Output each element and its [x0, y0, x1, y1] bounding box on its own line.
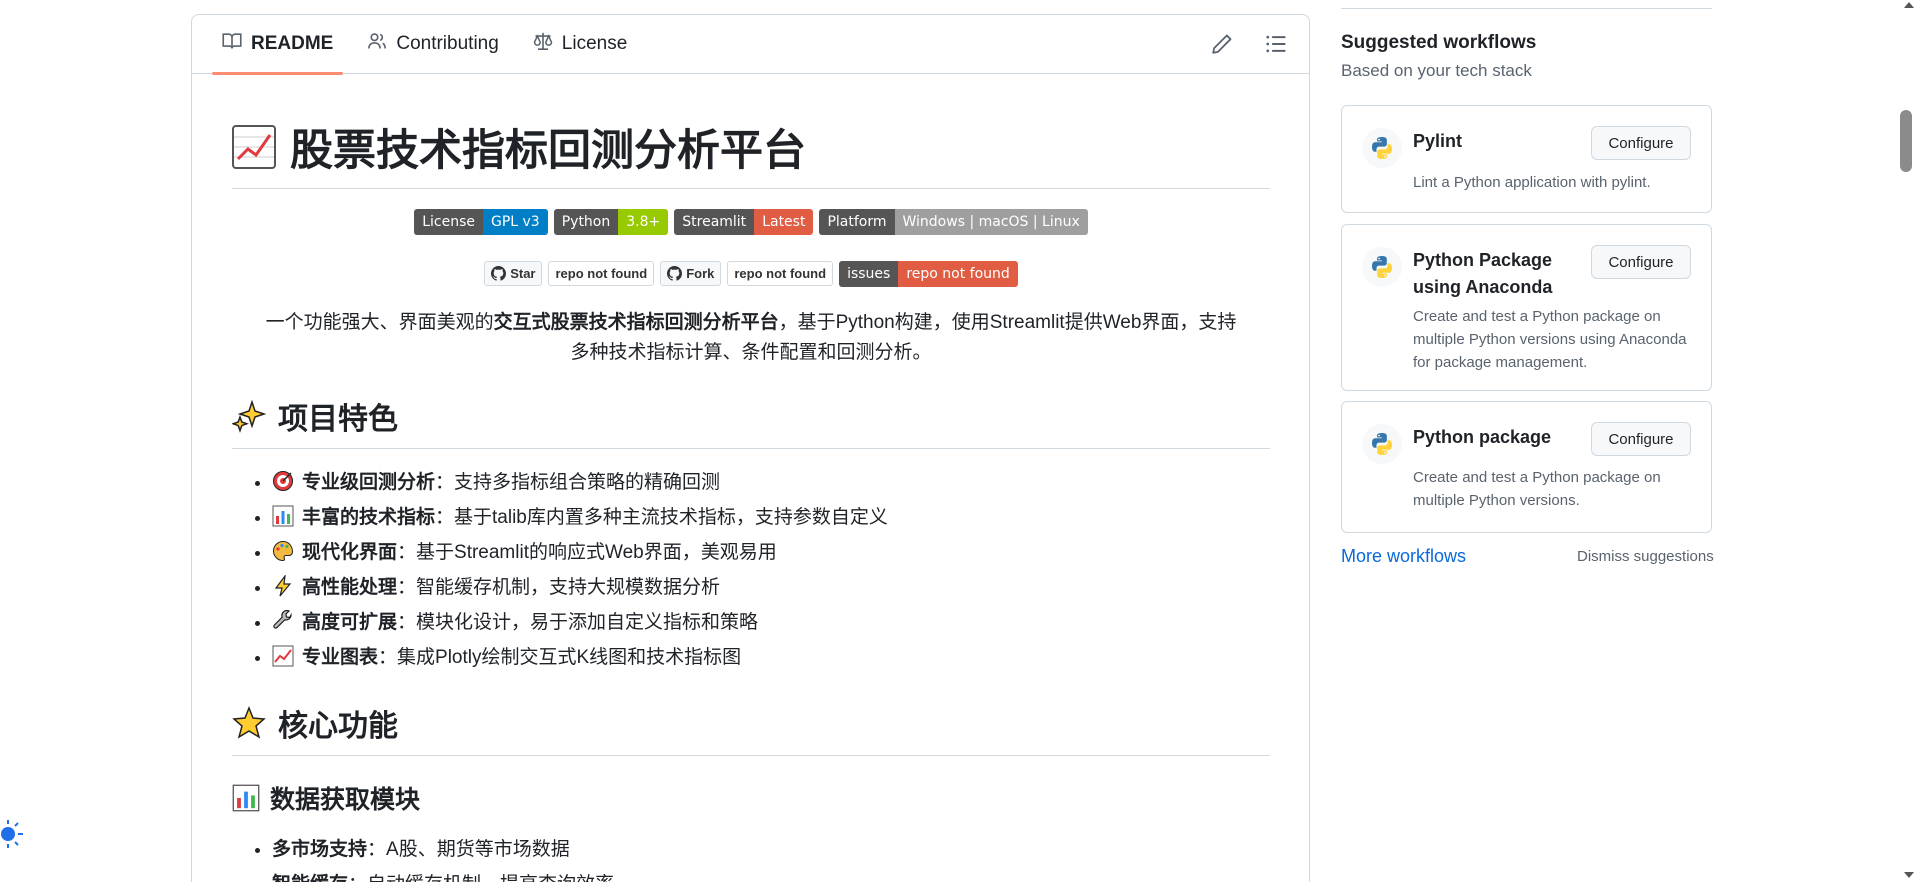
star-icon [232, 706, 266, 740]
sun-icon[interactable] [0, 816, 26, 852]
list-item: 智能缓存：自动缓存机制，提高查询效率 [272, 867, 1269, 882]
github-icon [667, 266, 683, 281]
readme-content: 股票技术指标回测分析平台 License GPL v3 Python 3.8+ St… [192, 116, 1309, 882]
list-item: 高度可扩展：模块化设计，易于添加自定义指标和策略 [272, 605, 1269, 640]
law-icon [533, 31, 553, 57]
badge-row: License GPL v3 Python 3.8+ Streamlit Latest… [232, 209, 1270, 235]
issues-badge[interactable]: issues repo not found [839, 261, 1018, 287]
features-list: 专业级回测分析：支持多指标组合策略的精确回测 丰富的技术指标：基于talib库内… [232, 465, 1269, 675]
license-badge[interactable]: License GPL v3 [414, 209, 548, 235]
python-icon [1362, 424, 1402, 464]
configure-button[interactable]: Configure [1591, 126, 1691, 160]
workflow-card-python-package: Python package Create and test a Python … [1341, 401, 1712, 533]
workflow-card-anaconda: Python Package using Anaconda Create and… [1341, 224, 1712, 391]
tab-license[interactable]: License [523, 15, 638, 74]
scroll-up-icon[interactable] [1904, 2, 1914, 8]
social-badge-row: Star repo not found Fork repo not found … [232, 261, 1270, 287]
workflow-name: Python Package using Anaconda [1413, 250, 1553, 297]
bar-chart-icon [232, 784, 260, 812]
sidebar-divider [1341, 8, 1712, 9]
chart-up-icon [232, 125, 276, 169]
star-button[interactable]: Star [484, 261, 543, 286]
workflow-name: Pylint [1413, 131, 1463, 151]
dismiss-suggestions-button[interactable]: Dismiss suggestions [1577, 548, 1714, 565]
data-module-list: 多市场支持：A股、期货等市场数据 智能缓存：自动缓存机制，提高查询效率 [232, 832, 1269, 882]
streamlit-badge[interactable]: Streamlit Latest [674, 209, 814, 235]
workflow-card-pylint: Pylint Lint a Python application with py… [1341, 105, 1712, 213]
section-core-heading: 核心功能 [232, 701, 1270, 756]
list-icon[interactable] [1263, 31, 1289, 57]
python-icon [1362, 247, 1402, 287]
configure-button[interactable]: Configure [1591, 245, 1691, 279]
workflow-desc: Lint a Python application with pylint. [1413, 174, 1651, 191]
list-item: 丰富的技术指标：基于talib库内置多种主流技术指标，支持参数自定义 [272, 500, 1269, 535]
readme-title-text: 股票技术指标回测分析平台 [290, 127, 806, 175]
workflow-desc: Create and test a Python package on mult… [1413, 308, 1687, 371]
more-workflows-link[interactable]: More workflows [1341, 546, 1466, 567]
fork-count: repo not found [727, 261, 834, 286]
chart-up-icon [272, 644, 294, 667]
readme-title: 股票技术指标回测分析平台 [232, 116, 1270, 189]
list-item: 专业级回测分析：支持多指标组合策略的精确回测 [272, 465, 1269, 500]
suggested-workflows-subtitle: Based on your tech stack [1341, 61, 1532, 80]
workflow-name: Python package [1413, 427, 1552, 447]
tab-contributing[interactable]: Contributing [357, 15, 508, 74]
intro-paragraph: 一个功能强大、界面美观的交互式股票技术指标回测分析平台，基于Python构建，使… [265, 312, 1237, 363]
list-item: 高性能处理：智能缓存机制，支持大规模数据分析 [272, 570, 1269, 605]
suggested-workflows-title: Suggested workflows [1341, 32, 1537, 53]
readme-panel: README Contributing License 股票技术指标回测分析平台… [191, 14, 1310, 882]
tab-contributing-label: Contributing [396, 33, 499, 54]
python-icon [1362, 128, 1402, 168]
wrench-icon [272, 609, 294, 631]
python-badge[interactable]: Python 3.8+ [553, 209, 669, 235]
list-item: 现代化界面：基于Streamlit的响应式Web界面，美观易用 [272, 535, 1269, 570]
list-item: 多市场支持：A股、期货等市场数据 [272, 832, 1269, 867]
tab-readme-label: README [251, 33, 334, 54]
github-icon [491, 266, 507, 281]
lightning-icon [272, 573, 294, 597]
readme-tabbar: README Contributing License [192, 15, 1309, 75]
sub-data-heading: 数据获取模块 [232, 780, 1269, 816]
bar-chart-icon [272, 504, 294, 527]
platform-badge[interactable]: Platform Windows | macOS | Linux [819, 209, 1088, 235]
list-item: 专业图表：集成Plotly绘制交互式K线图和技术指标图 [272, 640, 1269, 675]
tab-license-label: License [561, 33, 628, 54]
scrollbar-thumb[interactable] [1900, 110, 1912, 172]
workflow-desc: Create and test a Python package on mult… [1413, 469, 1661, 509]
pencil-icon[interactable] [1209, 31, 1235, 57]
configure-button[interactable]: Configure [1591, 422, 1691, 456]
palette-icon [272, 539, 294, 562]
people-icon [367, 31, 387, 57]
tab-readme[interactable]: README [212, 15, 344, 75]
target-icon [272, 469, 294, 491]
fork-button[interactable]: Fork [660, 261, 722, 286]
scroll-down-icon[interactable] [1904, 872, 1914, 878]
section-features-heading: 项目特色 [232, 394, 1270, 449]
sparkles-icon [232, 399, 266, 433]
star-count: repo not found [548, 261, 655, 286]
book-icon [222, 31, 242, 57]
